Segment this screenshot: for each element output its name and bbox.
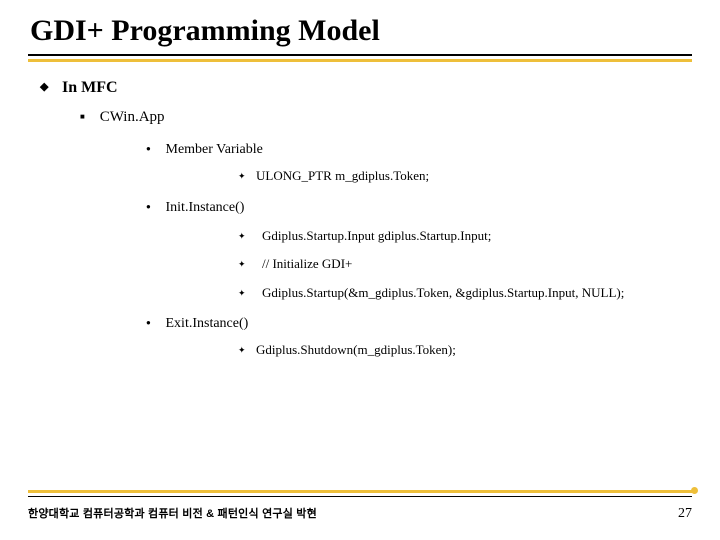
footer: 한양대학교 컴퓨터공학과 컴퓨터 비전 & 패턴인식 연구실 박현 27	[28, 490, 692, 522]
bullet-exit-instance: Exit.Instance()	[166, 316, 249, 331]
footer-org: 한양대학교 컴퓨터공학과 컴퓨터 비전 & 패턴인식 연구실 박현	[28, 505, 317, 521]
footer-dot-icon	[691, 487, 698, 494]
slide-title: GDI+ Programming Model	[30, 14, 692, 48]
code-line: Gdiplus.Startup(&m_gdiplus.Token, &gdipl…	[256, 285, 624, 300]
bullet-member-variable: Member Variable	[166, 142, 263, 157]
title-rule	[28, 54, 692, 56]
code-line: Gdiplus.Startup.Input gdiplus.Startup.In…	[256, 228, 491, 243]
code-line: ULONG_PTR m_gdiplus.Token;	[256, 168, 429, 183]
content-area: In MFC CWin.App Member Variable ULONG_PT…	[28, 62, 692, 359]
bullet-init-instance: Init.Instance()	[166, 200, 245, 215]
page-number: 27	[678, 506, 692, 522]
bullet-lvl2: CWin.App	[100, 109, 165, 125]
footer-rule	[28, 496, 692, 497]
footer-accent-rule	[28, 490, 692, 493]
code-line: // Initialize GDI+	[256, 256, 352, 271]
slide: GDI+ Programming Model In MFC CWin.App M…	[0, 0, 720, 540]
code-line: Gdiplus.Shutdown(m_gdiplus.Token);	[256, 342, 456, 357]
bullet-lvl1: In MFC	[62, 79, 118, 96]
